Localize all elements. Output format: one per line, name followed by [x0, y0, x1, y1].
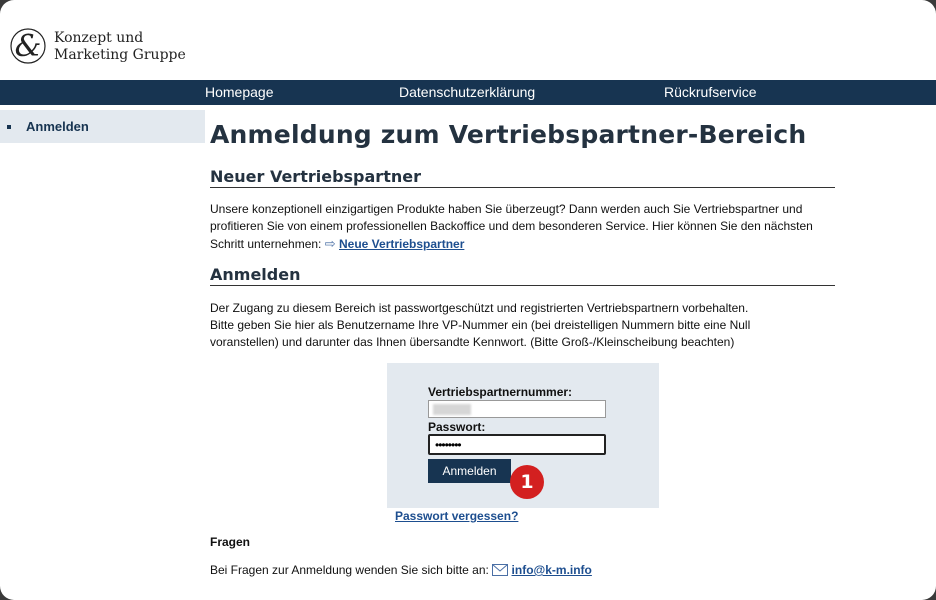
logo-line-2: Marketing Gruppe: [54, 47, 186, 63]
sidebar-item-label: Anmelden: [26, 119, 89, 134]
new-partner-step-text: Schritt unternehmen:: [210, 237, 322, 251]
login-text-line-3: voranstellen) und darunter das Ihnen übe…: [210, 335, 735, 349]
ampersand-logo-icon: &: [10, 28, 46, 64]
login-heading: Anmelden: [210, 265, 835, 286]
partner-number-input[interactable]: [428, 400, 606, 418]
password-input[interactable]: ••••••••: [428, 434, 606, 455]
browser-page: & Konzept und Marketing Gruppe Homepage …: [0, 0, 936, 600]
arrow-right-icon: ⇨: [324, 236, 336, 251]
page-title: Anmeldung zum Vertriebspartner-Bereich: [210, 120, 807, 149]
logo-line-1: Konzept und: [54, 30, 144, 46]
new-partner-text-line-2: profitieren Sie von einem professionelle…: [210, 219, 813, 233]
svg-text:&: &: [15, 29, 42, 64]
new-partner-heading: Neuer Vertriebspartner: [210, 167, 835, 188]
forgot-password-link[interactable]: Passwort vergessen?: [395, 509, 518, 523]
login-text-line-2: Bitte geben Sie hier als Benutzername Ih…: [210, 318, 751, 332]
nav-homepage[interactable]: Homepage: [205, 84, 274, 100]
bullet-icon: [7, 125, 11, 129]
login-text-line-1: Der Zugang zu diesem Bereich ist passwor…: [210, 301, 749, 315]
questions-heading: Fragen: [210, 535, 251, 549]
step-number-badge: 1: [510, 465, 544, 499]
password-label: Passwort:: [428, 420, 486, 434]
top-nav-bar: Homepage Datenschutzerklärung Rückrufser…: [0, 80, 936, 105]
partner-number-label: Vertriebspartnernummer:: [428, 385, 573, 399]
new-partner-text: Unsere konzeptionell einzigartigen Produ…: [210, 201, 836, 253]
password-value: ••••••••: [435, 438, 462, 452]
redacted-value: [433, 404, 471, 415]
sidebar-item-anmelden[interactable]: Anmelden: [0, 110, 205, 143]
new-partner-link[interactable]: Neue Vertriebspartner: [339, 237, 464, 251]
new-partner-text-line-1: Unsere konzeptionell einzigartigen Produ…: [210, 202, 803, 216]
login-text: Der Zugang zu diesem Bereich ist passwor…: [210, 300, 836, 351]
mail-icon: [492, 564, 509, 576]
email-link[interactable]: info@k-m.info: [512, 563, 592, 577]
logo-text: Konzept und Marketing Gruppe: [54, 30, 186, 64]
nav-privacy[interactable]: Datenschutzerklärung: [399, 84, 535, 100]
new-partner-text-line-3: Schritt unternehmen: ⇨ Neue Vertriebspar…: [210, 235, 836, 253]
questions-text: Bei Fragen zur Anmeldung wenden Sie sich…: [210, 563, 592, 577]
nav-callback[interactable]: Rückrufservice: [664, 84, 757, 100]
questions-text-label: Bei Fragen zur Anmeldung wenden Sie sich…: [210, 563, 489, 577]
login-button[interactable]: Anmelden: [428, 459, 511, 483]
